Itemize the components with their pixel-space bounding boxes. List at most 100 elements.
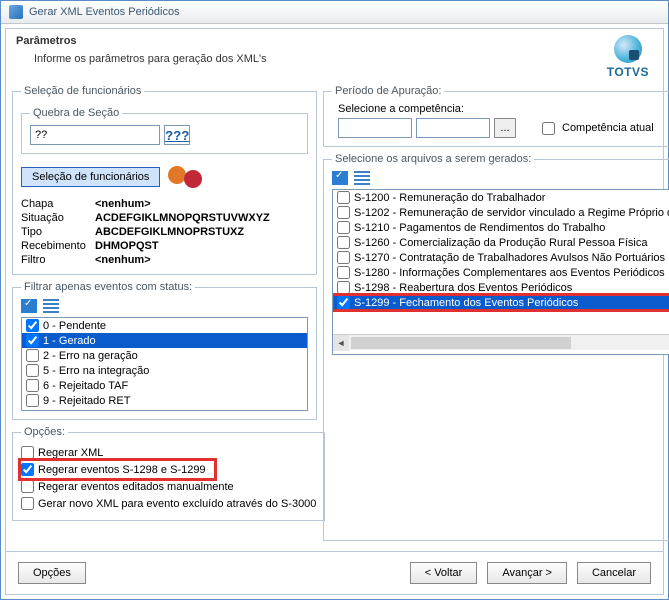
label-situacao: Situação bbox=[21, 212, 95, 224]
file-item[interactable]: S-1298 - Reabertura dos Eventos Periódic… bbox=[333, 280, 669, 295]
file-item-label: S-1298 - Reabertura dos Eventos Periódic… bbox=[354, 282, 572, 294]
section-break-lookup-button[interactable]: ??? bbox=[164, 125, 190, 145]
status-item[interactable]: 1 - Gerado bbox=[22, 333, 307, 348]
file-item[interactable]: S-1280 - Informações Complementares aos … bbox=[333, 265, 669, 280]
option-item[interactable]: Regerar XML bbox=[21, 444, 316, 461]
status-item-checkbox[interactable] bbox=[26, 319, 39, 332]
files-legend: Selecione os arquivos a serem gerados: bbox=[332, 153, 534, 165]
status-item-checkbox[interactable] bbox=[26, 394, 39, 407]
file-item[interactable]: S-1202 - Remuneração de servidor vincula… bbox=[333, 205, 669, 220]
status-item-checkbox[interactable] bbox=[26, 334, 39, 347]
file-item-label: S-1260 - Comercialização da Produção Rur… bbox=[354, 237, 647, 249]
files-checklist[interactable]: S-1200 - Remuneração do TrabalhadorS-120… bbox=[332, 189, 669, 355]
back-button[interactable]: < Voltar bbox=[410, 562, 478, 584]
status-item-checkbox[interactable] bbox=[26, 364, 39, 377]
value-filtro: <nenhum> bbox=[95, 254, 308, 266]
status-item[interactable]: 2 - Erro na geração bbox=[22, 348, 307, 363]
files-group: Selecione os arquivos a serem gerados: S… bbox=[323, 153, 669, 541]
file-item[interactable]: S-1270 - Contratação de Trabalhadores Av… bbox=[333, 250, 669, 265]
list-icon[interactable] bbox=[354, 171, 370, 185]
app-icon bbox=[9, 5, 23, 19]
file-item[interactable]: S-1260 - Comercialização da Produção Rur… bbox=[333, 235, 669, 250]
section-break-group: Quebra de Seção ??? bbox=[21, 107, 308, 154]
period-lookup-button[interactable]: ... bbox=[494, 118, 516, 138]
option-item-label: Regerar eventos S-1298 e S-1299 bbox=[38, 464, 206, 476]
status-item-label: 9 - Rejeitado RET bbox=[43, 395, 130, 407]
current-competence-checkbox[interactable]: Competência atual bbox=[538, 119, 654, 138]
page-subtitle: Informe os parâmetros para geração dos X… bbox=[16, 53, 607, 65]
option-item-checkbox[interactable] bbox=[21, 446, 34, 459]
status-item[interactable]: 6 - Rejeitado TAF bbox=[22, 378, 307, 393]
status-toolbar bbox=[21, 299, 308, 313]
file-item[interactable]: S-1299 - Fechamento dos Eventos Periódic… bbox=[333, 295, 669, 310]
status-filter-group: Filtrar apenas eventos com status: 0 - P… bbox=[12, 281, 317, 420]
file-item[interactable]: S-1200 - Remuneração do Trabalhador bbox=[333, 190, 669, 205]
option-item[interactable]: Gerar novo XML para evento excluído atra… bbox=[21, 495, 316, 512]
value-chapa: <nenhum> bbox=[95, 198, 308, 210]
check-all-icon[interactable] bbox=[21, 299, 37, 313]
options-button[interactable]: Opções bbox=[18, 562, 86, 584]
file-item-checkbox[interactable] bbox=[337, 206, 350, 219]
employee-selection-legend: Seleção de funcionários bbox=[21, 85, 144, 97]
status-item-label: 2 - Erro na geração bbox=[43, 350, 138, 362]
file-item-label: S-1210 - Pagamentos de Rendimentos do Tr… bbox=[354, 222, 605, 234]
period-from-input[interactable] bbox=[338, 118, 412, 138]
label-tipo: Tipo bbox=[21, 226, 95, 238]
file-item-checkbox[interactable] bbox=[337, 266, 350, 279]
options-group: Opções: Regerar XMLRegerar eventos S-129… bbox=[12, 426, 325, 521]
scroll-thumb[interactable] bbox=[351, 337, 571, 349]
employee-selection-group: Seleção de funcionários Quebra de Seção … bbox=[12, 85, 317, 275]
brand-logo: TOTVS bbox=[607, 35, 649, 79]
option-item-checkbox[interactable] bbox=[21, 497, 34, 510]
file-item-checkbox[interactable] bbox=[337, 221, 350, 234]
status-item-checkbox[interactable] bbox=[26, 349, 39, 362]
list-icon[interactable] bbox=[43, 299, 59, 313]
status-item[interactable]: 5 - Erro na integração bbox=[22, 363, 307, 378]
check-all-icon[interactable] bbox=[332, 171, 348, 185]
file-item-label: S-1280 - Informações Complementares aos … bbox=[354, 267, 665, 279]
status-item[interactable]: 0 - Pendente bbox=[22, 318, 307, 333]
scroll-left-arrow-icon[interactable]: ◄ bbox=[333, 335, 349, 351]
period-select-label: Selecione a competência: bbox=[338, 103, 669, 115]
cancel-button[interactable]: Cancelar bbox=[577, 562, 651, 584]
file-item-checkbox[interactable] bbox=[337, 236, 350, 249]
status-item-label: 5 - Erro na integração bbox=[43, 365, 149, 377]
file-item-label: S-1200 - Remuneração do Trabalhador bbox=[354, 192, 545, 204]
option-item[interactable]: Regerar eventos editados manualmente bbox=[21, 478, 316, 495]
horizontal-scrollbar[interactable]: ◄ ► bbox=[333, 334, 669, 350]
option-item-label: Regerar XML bbox=[38, 447, 103, 459]
brand-text: TOTVS bbox=[607, 65, 649, 79]
employee-filter-summary: Chapa <nenhum> Situação ACDEFGIKLMNOPQRS… bbox=[21, 198, 308, 266]
status-checklist[interactable]: 0 - Pendente 1 - Gerado 2 - Erro na geraçã… bbox=[21, 317, 308, 411]
option-item[interactable]: Regerar eventos S-1298 e S-1299 bbox=[21, 461, 214, 478]
period-legend: Período de Apuração: bbox=[332, 85, 444, 97]
file-item[interactable]: S-1210 - Pagamentos de Rendimentos do Tr… bbox=[333, 220, 669, 235]
option-item-label: Gerar novo XML para evento excluído atra… bbox=[38, 498, 316, 510]
period-group: Período de Apuração: Selecione a competê… bbox=[323, 85, 669, 147]
status-item-label: 0 - Pendente bbox=[43, 320, 106, 332]
employee-selection-button[interactable]: Seleção de funcionários bbox=[21, 167, 160, 187]
people-icon bbox=[168, 162, 202, 192]
section-break-input[interactable] bbox=[30, 125, 160, 145]
status-item[interactable]: 9 - Rejeitado RET bbox=[22, 393, 307, 408]
period-to-input[interactable] bbox=[416, 118, 490, 138]
value-recebimento: DHMOPQST bbox=[95, 240, 308, 252]
option-item-label: Regerar eventos editados manualmente bbox=[38, 481, 234, 493]
status-filter-legend: Filtrar apenas eventos com status: bbox=[21, 281, 195, 293]
file-item-checkbox[interactable] bbox=[337, 251, 350, 264]
file-item-checkbox[interactable] bbox=[337, 281, 350, 294]
label-filtro: Filtro bbox=[21, 254, 95, 266]
status-item-checkbox[interactable] bbox=[26, 379, 39, 392]
option-item-checkbox[interactable] bbox=[21, 480, 34, 493]
files-toolbar bbox=[332, 171, 669, 185]
option-item-checkbox[interactable] bbox=[21, 463, 34, 476]
page-title: Parâmetros bbox=[16, 35, 607, 47]
status-item-label: 1 - Gerado bbox=[43, 335, 96, 347]
value-tipo: ABCDEFGIKLMNOPRSTUXZ bbox=[95, 226, 308, 238]
next-button[interactable]: Avançar > bbox=[487, 562, 567, 584]
file-item-checkbox[interactable] bbox=[337, 296, 350, 309]
file-item-checkbox[interactable] bbox=[337, 191, 350, 204]
current-competence-input[interactable] bbox=[542, 122, 555, 135]
titlebar: Gerar XML Eventos Periódicos bbox=[1, 1, 668, 24]
status-item-label: 6 - Rejeitado TAF bbox=[43, 380, 128, 392]
